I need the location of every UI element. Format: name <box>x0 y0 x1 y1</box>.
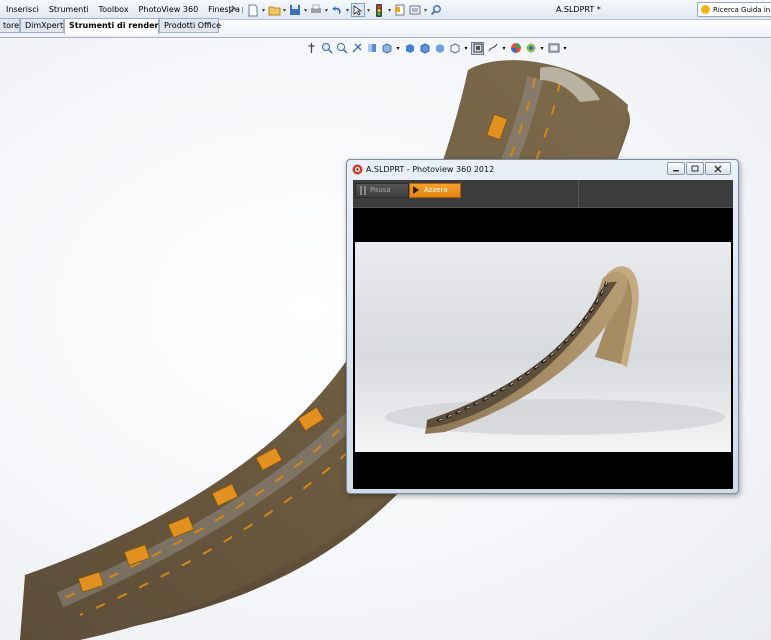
pause-icon <box>364 186 366 195</box>
photoview-window-title: A.SLDPRT - Photoview 360 2012 <box>366 165 495 174</box>
save-icon[interactable] <box>288 3 302 17</box>
play-icon <box>413 186 419 194</box>
options-icon[interactable] <box>408 3 422 17</box>
traffic-light-icon[interactable] <box>372 3 386 17</box>
previous-view-icon[interactable] <box>350 42 363 55</box>
standard-toolbar: | ▾ ▾ ▾ ▾ ▾ ▾ ▾ ▾ <box>225 2 443 18</box>
help-search-icon <box>701 5 710 14</box>
chevron-down-icon[interactable]: ▾ <box>423 3 428 17</box>
tab-prodotti-office[interactable]: Prodotti Office <box>159 18 221 33</box>
file-properties-icon[interactable] <box>393 3 407 17</box>
document-title: A.SLDPRT * <box>556 5 601 14</box>
render-preview <box>355 242 731 452</box>
reset-label: Azzera <box>424 186 448 194</box>
chevron-down-icon[interactable]: ▾ <box>501 42 507 55</box>
heads-up-view-toolbar: ▾ ▾ ▾ ▾ ▾ <box>305 41 568 55</box>
chevron-down-icon[interactable]: ▾ <box>463 42 469 55</box>
photoview-content: Pausa Azzera <box>353 180 733 489</box>
edit-appearance-icon[interactable] <box>524 42 537 55</box>
pause-button[interactable]: Pausa <box>355 183 409 198</box>
render-tools-icon[interactable] <box>471 41 484 55</box>
menu-toolbox[interactable]: Toolbox <box>93 0 133 20</box>
zoom-area-icon[interactable] <box>335 42 348 55</box>
appearance-icon[interactable] <box>486 42 499 55</box>
help-search-placeholder: Ricerca Guida in li <box>713 5 771 14</box>
open-folder-icon[interactable] <box>267 3 281 17</box>
search-zoom-icon[interactable] <box>429 3 443 17</box>
menu-list: Inserisci Strumenti Toolbox PhotoView 36… <box>0 0 258 20</box>
chevron-down-icon[interactable]: ▾ <box>345 3 350 17</box>
chevron-down-icon[interactable]: ▾ <box>539 42 545 55</box>
chevron-down-icon[interactable]: ▾ <box>395 42 401 55</box>
chevron-down-icon[interactable]: ▾ <box>387 3 392 17</box>
tab-strumenti-di-rendering[interactable]: Strumenti di rendering <box>64 18 173 35</box>
photoview-titlebar[interactable]: A.SLDPRT - Photoview 360 2012 <box>347 160 738 179</box>
chevron-down-icon[interactable]: ▾ <box>261 3 266 17</box>
pin-view-icon[interactable] <box>305 42 318 55</box>
menu-bar: Inserisci Strumenti Toolbox PhotoView 36… <box>0 0 771 20</box>
section-view-icon[interactable] <box>365 42 378 55</box>
tab-tore[interactable]: tore <box>0 18 20 33</box>
toolbar-divider <box>578 180 579 207</box>
menu-inserisci[interactable]: Inserisci <box>0 0 43 20</box>
new-document-icon[interactable] <box>246 3 260 17</box>
pin-icon[interactable] <box>225 3 239 17</box>
display-style-icon[interactable] <box>403 42 416 55</box>
hidden-lines-icon[interactable] <box>448 42 461 55</box>
view-orientation-icon[interactable] <box>380 42 393 55</box>
minimize-button[interactable] <box>667 162 685 175</box>
separator: | <box>241 6 244 14</box>
chevron-down-icon[interactable]: ▾ <box>303 3 308 17</box>
menu-photoview[interactable]: PhotoView 360 <box>133 0 203 20</box>
help-search-input[interactable]: Ricerca Guida in li <box>697 2 771 17</box>
print-icon[interactable] <box>309 3 323 17</box>
pause-icon <box>360 186 362 195</box>
photoview-logo-icon <box>352 164 363 175</box>
chevron-down-icon[interactable]: ▾ <box>324 3 329 17</box>
chevron-down-icon[interactable]: ▾ <box>562 42 568 55</box>
zoom-fit-icon[interactable] <box>320 42 333 55</box>
scene-globe-icon[interactable] <box>509 42 522 55</box>
photoview-window[interactable]: A.SLDPRT - Photoview 360 2012 Pausa Azze… <box>346 159 739 494</box>
chevron-down-icon[interactable]: ▾ <box>282 3 287 17</box>
undo-icon[interactable] <box>330 3 344 17</box>
maximize-button[interactable] <box>686 162 704 175</box>
close-button[interactable] <box>705 162 731 175</box>
shaded-icon[interactable] <box>433 42 446 55</box>
shaded-edges-icon[interactable] <box>418 42 431 55</box>
reset-button[interactable]: Azzera <box>409 183 461 198</box>
photoview-toolbar: Pausa Azzera <box>353 180 733 208</box>
pause-label: Pausa <box>370 186 391 194</box>
select-pointer-icon[interactable] <box>351 3 365 17</box>
menu-strumenti[interactable]: Strumenti <box>43 0 93 20</box>
tab-dimxpert[interactable]: DimXpert <box>20 18 64 33</box>
chevron-down-icon[interactable]: ▾ <box>366 3 371 17</box>
view-settings-icon[interactable] <box>547 42 560 55</box>
